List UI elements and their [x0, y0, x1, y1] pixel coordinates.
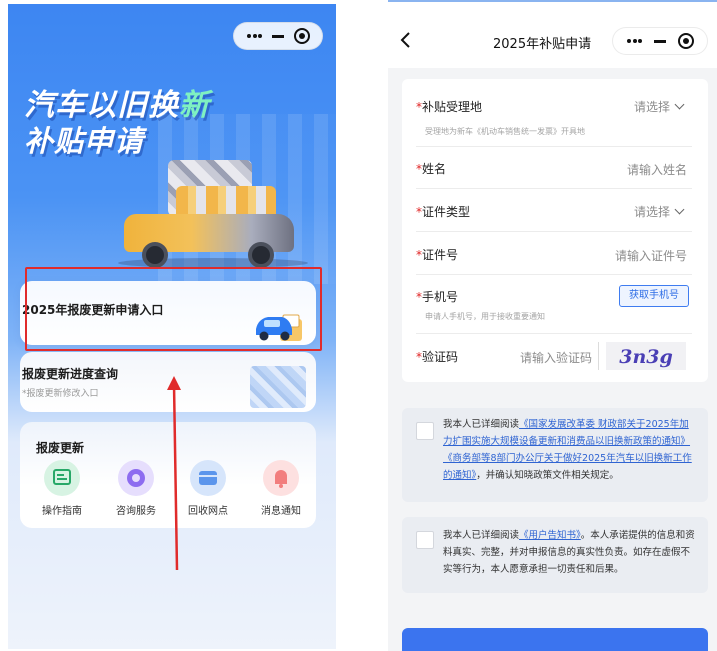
region-hint: 受理地为新车《机动车销售统一发票》开具地 — [425, 127, 585, 136]
screenshot-root: 汽车以旧换新 补贴申请 2025年报废更新申请入口 报废更新进度查询 *报废更新… — [0, 0, 717, 651]
divider — [416, 188, 692, 189]
user-notice-link[interactable]: 《用户告知书》 — [519, 530, 581, 541]
id-type-label: *证件类型 — [416, 205, 471, 219]
divider — [416, 231, 692, 232]
region-select[interactable]: 请选择 — [634, 98, 685, 115]
get-phone-number-button[interactable]: 获取手机号 — [619, 285, 689, 307]
name-input[interactable]: 请输入姓名 — [627, 161, 687, 178]
page-title: 2025年补贴申请 — [493, 37, 592, 52]
captcha-code: 3n3g — [619, 346, 673, 368]
policy-notice-text: 我本人已详细阅读《国家发展改革委 财政部关于2025年加力扩围实施大规模设备更新… — [443, 419, 692, 481]
id-number-label: *证件号 — [416, 248, 459, 262]
mini-program-capsule-right — [612, 27, 708, 55]
truck-with-car-illustration — [118, 158, 308, 270]
minimize-icon[interactable] — [268, 26, 288, 46]
phone-hint: 申请人手机号，用于接收重要通知 — [425, 312, 545, 321]
chevron-down-icon — [674, 204, 685, 215]
region-label: *补贴受理地 — [416, 100, 483, 114]
divider — [416, 146, 692, 147]
id-number-input[interactable]: 请输入证件号 — [615, 247, 687, 264]
divider — [416, 333, 692, 334]
more-icon[interactable] — [624, 31, 644, 51]
captcha-label: *验证码 — [416, 350, 459, 364]
captcha-input[interactable]: 请输入验证码 — [520, 349, 592, 366]
captcha-image[interactable]: 3n3g — [606, 342, 686, 370]
user-notice-text: 我本人已详细阅读《用户告知书》。本人承诺提供的信息和资料真实、完整，并对申报信息… — [443, 530, 695, 575]
service-messages[interactable]: 消息通知 — [251, 460, 311, 517]
user-notice-checkbox[interactable] — [416, 531, 434, 549]
policy-checkbox[interactable] — [416, 422, 434, 440]
annotation-arrow — [167, 376, 181, 571]
id-type-select[interactable]: 请选择 — [634, 203, 685, 220]
highlight-annotation-box — [25, 267, 322, 351]
progress-illustration — [250, 366, 306, 408]
service-guide[interactable]: 操作指南 — [32, 460, 92, 517]
guide-icon — [44, 460, 80, 496]
consult-icon — [118, 460, 154, 496]
progress-query-subtitle: *报废更新修改入口 — [22, 389, 99, 399]
close-target-icon[interactable] — [676, 31, 696, 51]
recycle-point-icon — [190, 460, 226, 496]
progress-query-title: 报废更新进度查询 — [22, 367, 119, 381]
message-icon — [263, 460, 299, 496]
service-consult[interactable]: 咨询服务 — [106, 460, 166, 517]
captcha-separator — [598, 342, 599, 370]
hero-title-line2: 补贴申请 — [24, 124, 145, 158]
name-label: *姓名 — [416, 162, 447, 176]
submit-button[interactable] — [402, 628, 708, 651]
chevron-down-icon — [674, 99, 685, 110]
divider — [416, 274, 692, 275]
mini-program-capsule — [233, 22, 323, 50]
minimize-icon[interactable] — [650, 31, 670, 51]
close-target-icon[interactable] — [292, 26, 312, 46]
phone-label: *手机号 — [416, 290, 459, 304]
more-icon[interactable] — [244, 26, 264, 46]
back-arrow-icon[interactable] — [398, 30, 414, 50]
services-title: 报废更新 — [36, 441, 85, 455]
